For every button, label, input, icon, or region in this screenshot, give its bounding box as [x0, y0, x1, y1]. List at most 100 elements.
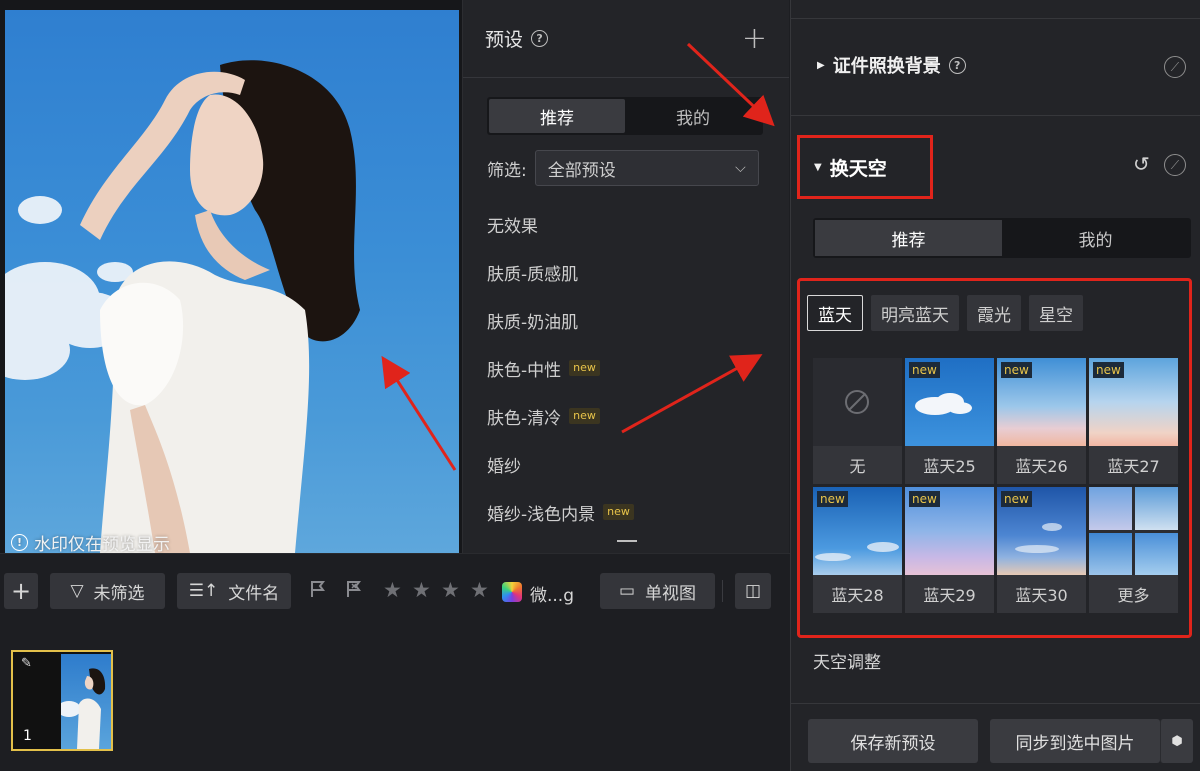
new-badge: new — [1001, 491, 1032, 507]
sync-options-button[interactable]: ⬢ — [1160, 719, 1193, 763]
preset-item[interactable]: 肤质-奶油肌 — [487, 296, 634, 344]
add-preset-icon[interactable]: + — [742, 23, 767, 54]
sky-tile[interactable]: new 蓝天30 — [997, 487, 1086, 613]
sky-tile-more[interactable]: 更多 — [1089, 487, 1178, 613]
help-icon[interactable]: ? — [948, 56, 966, 74]
sky-tile[interactable]: new 蓝天28 — [813, 487, 902, 613]
tab-sky-mine[interactable]: 我的 — [1002, 220, 1189, 256]
color-label-text: 微...g — [530, 586, 575, 606]
sky-grid: 无 new 蓝天25 new 蓝天26 new 蓝天27 new 蓝天28 ne… — [813, 358, 1183, 613]
section-id-photo-header[interactable]: ▶ 证件照换背景 ? — [817, 52, 966, 78]
toggle-off-icon[interactable]: ⟋ — [1164, 56, 1186, 78]
preset-item[interactable]: 肤色-清冷 new — [487, 392, 634, 440]
tile-thumb-collage — [1089, 487, 1178, 575]
filter-button-label: 未筛选 — [93, 583, 145, 604]
tile-label: 蓝天28 — [813, 575, 902, 613]
scroll-indicator[interactable] — [617, 540, 637, 542]
sync-selected-button[interactable]: 同步到选中图片 — [990, 719, 1160, 763]
new-badge: new — [569, 408, 600, 424]
tile-label: 蓝天26 — [997, 446, 1086, 484]
star-icon[interactable]: ★ — [412, 580, 431, 601]
tile-label: 蓝天25 — [905, 446, 994, 484]
caret-right-icon: ▶ — [817, 59, 825, 71]
plus-icon: + — [10, 577, 32, 605]
film-thumbnail[interactable]: ✎ 1 — [11, 650, 113, 751]
preset-item[interactable]: 肤色-中性 new — [487, 344, 634, 392]
sky-tile[interactable]: new 蓝天26 — [997, 358, 1086, 484]
sky-tile[interactable]: new 蓝天25 — [905, 358, 994, 484]
filter-button[interactable]: ▽ 未筛选 — [50, 573, 165, 609]
preset-label: 婚纱 — [487, 456, 521, 477]
star-icon[interactable]: ★ — [441, 580, 460, 601]
sky-tile[interactable]: new 蓝天29 — [905, 487, 994, 613]
preset-label: 肤色-中性 — [487, 360, 562, 381]
tile-thumb — [813, 358, 902, 446]
no-effect-icon — [845, 390, 869, 414]
preset-label: 婚纱-浅色内景 — [487, 504, 596, 525]
monitor-icon: ▭ — [618, 581, 636, 601]
tile-label: 更多 — [1089, 575, 1178, 613]
caret-down-icon: ▼ — [814, 161, 822, 173]
watermark-text: 水印仅在预览显示 — [34, 535, 170, 553]
chip-blue-sky[interactable]: 蓝天 — [807, 295, 863, 331]
star-icon[interactable]: ★ — [470, 580, 489, 601]
new-badge: new — [603, 504, 634, 520]
watermark-notice: ! 水印仅在预览显示 — [11, 530, 170, 553]
add-button[interactable]: + — [4, 573, 38, 609]
filmstrip: ✎ 1 — [0, 628, 790, 771]
section-sky-title: 换天空 — [829, 157, 887, 180]
toolbar-divider — [722, 580, 723, 602]
film-number: 1 — [23, 728, 32, 744]
new-badge: new — [1093, 362, 1124, 378]
help-icon[interactable]: ? — [531, 30, 549, 47]
new-badge: new — [909, 362, 940, 378]
chip-bright-blue-sky[interactable]: 明亮蓝天 — [871, 295, 959, 331]
sky-tabs: 推荐 我的 — [813, 218, 1191, 258]
preset-item[interactable]: 肤质-质感肌 — [487, 248, 634, 296]
new-badge: new — [569, 360, 600, 376]
reject-flag-icon[interactable] — [346, 580, 362, 598]
tile-label: 无 — [813, 446, 902, 484]
tab-mine[interactable]: 我的 — [625, 99, 761, 133]
star-icon[interactable]: ★ — [383, 580, 402, 601]
thumbnail-image — [61, 654, 111, 749]
single-view-button[interactable]: ▭ 单视图 — [600, 573, 715, 609]
tab-recommended[interactable]: 推荐 — [489, 99, 625, 133]
filter-label: 筛选: — [487, 160, 527, 181]
sky-category-chips: 蓝天 明亮蓝天 霞光 星空 — [807, 295, 1083, 331]
sort-button[interactable]: ☰↑ 文件名 — [177, 573, 291, 609]
photo-preview[interactable]: ! 水印仅在预览显示 — [0, 0, 462, 553]
new-badge: new — [1001, 362, 1032, 378]
flag-icon[interactable] — [310, 580, 326, 598]
sky-tile-none[interactable]: 无 — [813, 358, 902, 484]
preset-label: 肤色-清冷 — [487, 408, 562, 429]
section-id-photo-title: 证件照换背景 — [832, 56, 941, 77]
preset-item[interactable]: 无效果 — [487, 200, 634, 248]
filter-select[interactable]: 全部预设 ⌵ — [534, 150, 759, 186]
preset-item[interactable]: 婚纱 — [487, 440, 634, 488]
sky-tile[interactable]: new 蓝天27 — [1089, 358, 1178, 484]
divider — [791, 115, 1200, 116]
chevron-down-icon: ⌵ — [735, 160, 746, 176]
tile-label: 蓝天29 — [905, 575, 994, 613]
chip-starry-sky[interactable]: 星空 — [1029, 295, 1083, 331]
right-panel: ▶ 证件照换背景 ? ⟋ ▼ 换天空 ↺ ⟋ 推荐 我的 蓝天 明亮蓝天 霞光 … — [790, 0, 1200, 771]
tile-label: 蓝天30 — [997, 575, 1086, 613]
tab-sky-recommended[interactable]: 推荐 — [815, 220, 1002, 256]
single-view-label: 单视图 — [645, 583, 697, 604]
sky-adjust-header[interactable]: 天空调整 — [813, 648, 881, 673]
compare-view-button[interactable]: ◫ — [735, 573, 771, 609]
preset-label: 肤质-质感肌 — [487, 264, 579, 285]
split-view-icon: ◫ — [744, 581, 762, 601]
preview-image: ! 水印仅在预览显示 — [5, 10, 459, 553]
presets-header: 预设 ? + — [463, 0, 789, 78]
color-label-icon[interactable] — [502, 582, 522, 602]
save-preset-button[interactable]: 保存新预设 — [808, 719, 978, 763]
reset-icon[interactable]: ↺ — [1133, 153, 1155, 175]
new-badge: new — [817, 491, 848, 507]
section-sky-header[interactable]: ▼ 换天空 — [797, 135, 933, 199]
pencil-icon: ✎ — [21, 656, 32, 671]
chip-sunset-glow[interactable]: 霞光 — [967, 295, 1021, 331]
toggle-icon[interactable]: ⟋ — [1164, 154, 1186, 176]
preset-item[interactable]: 婚纱-浅色内景 new — [487, 488, 634, 536]
